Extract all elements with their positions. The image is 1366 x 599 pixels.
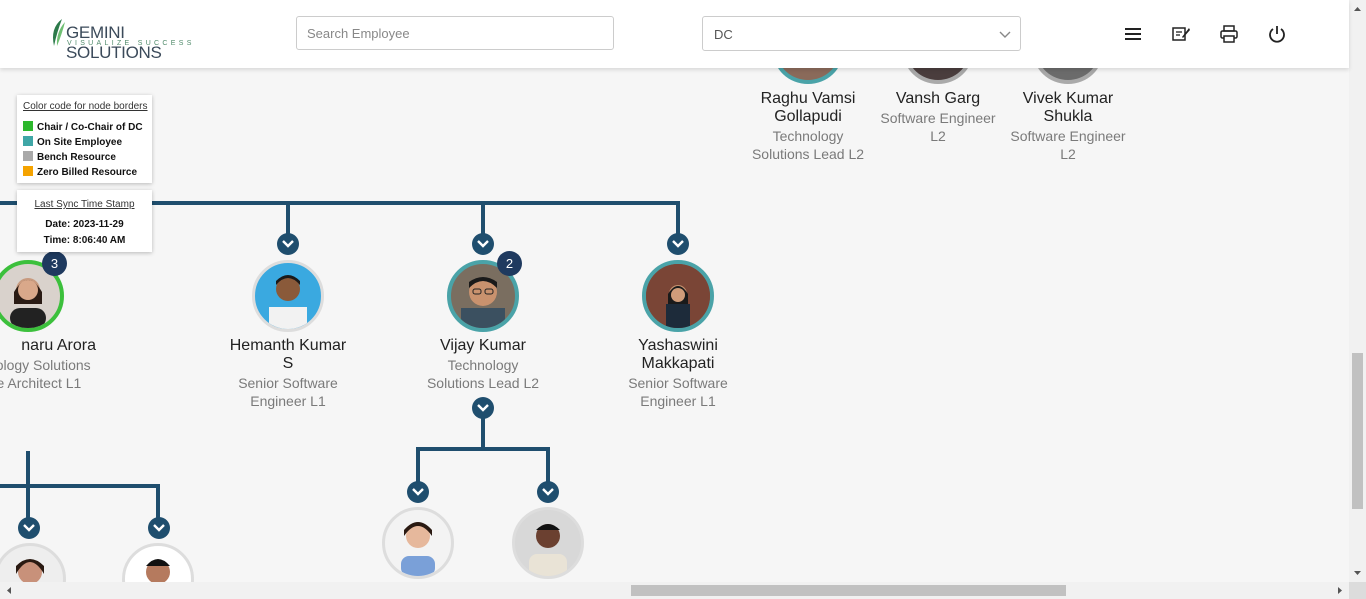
- legend-item: Bench Resource: [23, 151, 116, 163]
- legend-item: Chair / Co-Chair of DC: [23, 121, 143, 133]
- dc-dropdown[interactable]: DC: [702, 16, 1021, 51]
- expand-chevron-icon[interactable]: [667, 233, 689, 255]
- scrollbar-corner: [1349, 582, 1366, 599]
- connector-line: [481, 417, 485, 450]
- employee-title: Technology Solutions Lead L2: [426, 357, 540, 391]
- vertical-scrollbar[interactable]: [1349, 0, 1366, 582]
- legend-item: Zero Billed Resource: [23, 166, 137, 178]
- employee-name: Yashaswini Makkapati: [638, 337, 718, 372]
- logo-tagline: VISUALIZE SUCCESS: [67, 40, 195, 47]
- leaf-logo-icon: [53, 19, 65, 46]
- print-icon[interactable]: [1219, 24, 1239, 44]
- border-color-legend: Color code for node borders Chair / Co-C…: [17, 95, 152, 183]
- employee-name: Hemanth Kumar S: [229, 337, 347, 372]
- connector-line: [416, 447, 420, 483]
- expand-chevron-icon[interactable]: [472, 233, 494, 255]
- avatar[interactable]: [122, 543, 194, 582]
- avatar[interactable]: [382, 507, 454, 579]
- sync-time: Time: 8:06:40 AM: [43, 235, 126, 246]
- connector-line: [416, 447, 550, 451]
- legend-item: On Site Employee: [23, 136, 122, 148]
- avatar[interactable]: [252, 260, 324, 332]
- org-chart-canvas[interactable]: Raghu Vamsi Gollapudi Technology Solutio…: [0, 0, 1349, 582]
- expand-chevron-icon[interactable]: [18, 517, 40, 539]
- horizontal-scroll-thumb[interactable]: [631, 585, 1066, 596]
- power-icon[interactable]: [1267, 24, 1287, 44]
- connector-line: [156, 484, 160, 518]
- employee-name: Vansh Garg: [895, 90, 981, 107]
- connector-line: [676, 201, 680, 235]
- employee-name: Raghu Vamsi Gollapudi: [760, 90, 856, 125]
- expand-chevron-icon[interactable]: [407, 481, 429, 503]
- vertical-scroll-thumb[interactable]: [1352, 353, 1363, 509]
- avatar[interactable]: [0, 543, 66, 582]
- connector-line: [0, 484, 160, 488]
- search-employee-input[interactable]: [296, 16, 614, 50]
- scroll-up-icon[interactable]: [1349, 2, 1366, 16]
- legend-title: Color code for node borders: [23, 101, 148, 112]
- employee-title: Software Engineer L2: [880, 110, 996, 144]
- scroll-left-icon[interactable]: [2, 582, 16, 599]
- expand-chevron-icon[interactable]: [277, 233, 299, 255]
- dropdown-value: DC: [714, 27, 733, 42]
- employee-title: Software Engineer L2: [1010, 128, 1126, 162]
- reportee-count-badge: 3: [42, 251, 67, 276]
- avatar[interactable]: [642, 260, 714, 332]
- sync-date: Date: 2023-11-29: [45, 219, 124, 230]
- employee-name: Vijay Kumar: [440, 337, 526, 354]
- scroll-down-icon[interactable]: [1349, 566, 1366, 580]
- connector-line: [546, 447, 550, 483]
- reportee-count-badge: 2: [497, 251, 522, 276]
- edit-note-icon[interactable]: [1171, 24, 1191, 44]
- expand-chevron-icon[interactable]: [148, 517, 170, 539]
- horizontal-scrollbar[interactable]: [0, 582, 1349, 599]
- connector-line: [481, 201, 485, 235]
- sync-title: Last Sync Time Stamp: [34, 199, 135, 210]
- employee-title: Senior Software Engineer L1: [628, 375, 728, 409]
- collapse-chevron-icon[interactable]: [472, 397, 494, 419]
- top-header: GEMINI SOLUTIONS VISUALIZE SUCCESS DC: [0, 0, 1349, 68]
- connector-line: [286, 201, 290, 235]
- expand-chevron-icon[interactable]: [537, 481, 559, 503]
- employee-title: Technology Solutions Lead L2: [751, 128, 865, 162]
- company-logo[interactable]: GEMINI SOLUTIONS VISUALIZE SUCCESS: [48, 18, 218, 62]
- menu-icon[interactable]: [1123, 24, 1143, 44]
- chevron-down-icon: [999, 31, 1011, 38]
- avatar[interactable]: [512, 507, 584, 579]
- employee-name: naru Arora: [21, 337, 96, 354]
- last-sync-panel: Last Sync Time Stamp Date: 2023-11-29 Ti…: [17, 190, 152, 252]
- employee-title: Senior Software Engineer L1: [238, 375, 338, 409]
- scroll-right-icon[interactable]: [1333, 582, 1347, 599]
- employee-name: Vivek Kumar Shukla: [1022, 90, 1114, 125]
- employee-title: echnology Solutions ciate Architect L1: [0, 357, 91, 391]
